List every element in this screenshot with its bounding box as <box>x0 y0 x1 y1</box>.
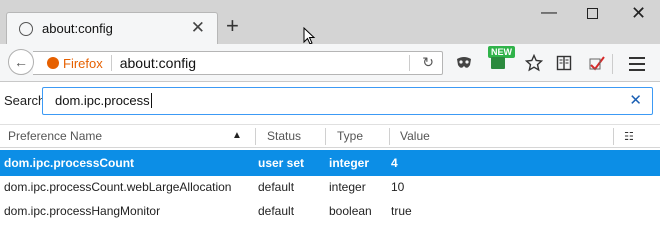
column-separator[interactable] <box>389 128 390 145</box>
pref-value: 4 <box>391 156 398 170</box>
bookmark-star-icon[interactable] <box>525 54 543 72</box>
mask-icon[interactable] <box>455 55 473 71</box>
pref-value: true <box>391 204 412 218</box>
pref-name: dom.ipc.processCount.webLargeAllocation <box>4 180 232 194</box>
pref-value: 10 <box>391 180 405 194</box>
column-picker-icon[interactable]: ☷ <box>624 130 634 143</box>
column-separator[interactable] <box>255 128 256 145</box>
maximize-button[interactable] <box>587 8 598 19</box>
column-separator[interactable] <box>613 128 614 145</box>
minimize-button[interactable]: — <box>541 4 557 22</box>
table-header: Preference Name ▲ Status Type Value ☷ <box>0 124 660 148</box>
search-input-value: dom.ipc.process <box>55 93 152 108</box>
pref-status: default <box>258 204 295 218</box>
tab-close-icon[interactable]: ✕ <box>191 19 205 37</box>
globe-icon <box>19 21 33 36</box>
reload-separator <box>409 55 410 71</box>
table-row[interactable]: dom.ipc.processCount user set integer 4 <box>0 150 660 176</box>
extension-check-icon[interactable] <box>588 55 606 71</box>
url-text: about:config <box>119 55 197 71</box>
column-header-value[interactable]: Value <box>400 129 430 143</box>
reader-list-icon[interactable] <box>556 55 572 71</box>
table-row[interactable]: dom.ipc.processHangMonitor default boole… <box>0 198 660 224</box>
column-header-type[interactable]: Type <box>337 129 363 143</box>
search-clear-icon[interactable]: ✕ <box>629 91 642 109</box>
pref-type: integer <box>329 156 370 170</box>
title-bar: about:config ✕ + — ✕ <box>0 0 660 45</box>
navigation-bar: Firefox about:config ↻ ← NEW <box>0 44 660 82</box>
column-separator[interactable] <box>325 128 326 145</box>
column-header-preference-name[interactable]: Preference Name <box>8 129 102 143</box>
search-row: Search: dom.ipc.process ✕ <box>0 83 660 119</box>
column-header-status[interactable]: Status <box>267 129 301 143</box>
back-arrow-icon: ← <box>14 54 28 70</box>
search-input[interactable]: dom.ipc.process ✕ <box>42 87 653 115</box>
identity-label: Firefox <box>63 55 103 71</box>
gift-icon[interactable] <box>491 57 505 69</box>
pref-type: integer <box>329 180 366 194</box>
sort-ascending-icon: ▲ <box>232 130 242 141</box>
tab-about-config[interactable]: about:config ✕ <box>6 12 218 44</box>
pref-status: user set <box>258 156 305 170</box>
url-separator <box>110 55 112 71</box>
back-button[interactable]: ← <box>8 49 34 75</box>
tab-title: about:config <box>42 21 113 36</box>
window-close-button[interactable]: ✕ <box>631 4 646 22</box>
table-row[interactable]: dom.ipc.processCount.webLargeAllocation … <box>0 174 660 200</box>
new-tab-button[interactable]: + <box>226 14 239 38</box>
reload-icon[interactable]: ↻ <box>422 54 434 71</box>
pref-name: dom.ipc.processHangMonitor <box>4 204 161 218</box>
pref-name: dom.ipc.processCount <box>4 156 135 170</box>
toolbar-separator <box>612 54 613 74</box>
url-bar[interactable]: Firefox about:config ↻ <box>33 51 443 75</box>
pref-status: default <box>258 180 295 194</box>
pref-type: boolean <box>329 204 372 218</box>
menu-icon[interactable] <box>629 57 645 75</box>
firefox-icon <box>47 57 59 69</box>
